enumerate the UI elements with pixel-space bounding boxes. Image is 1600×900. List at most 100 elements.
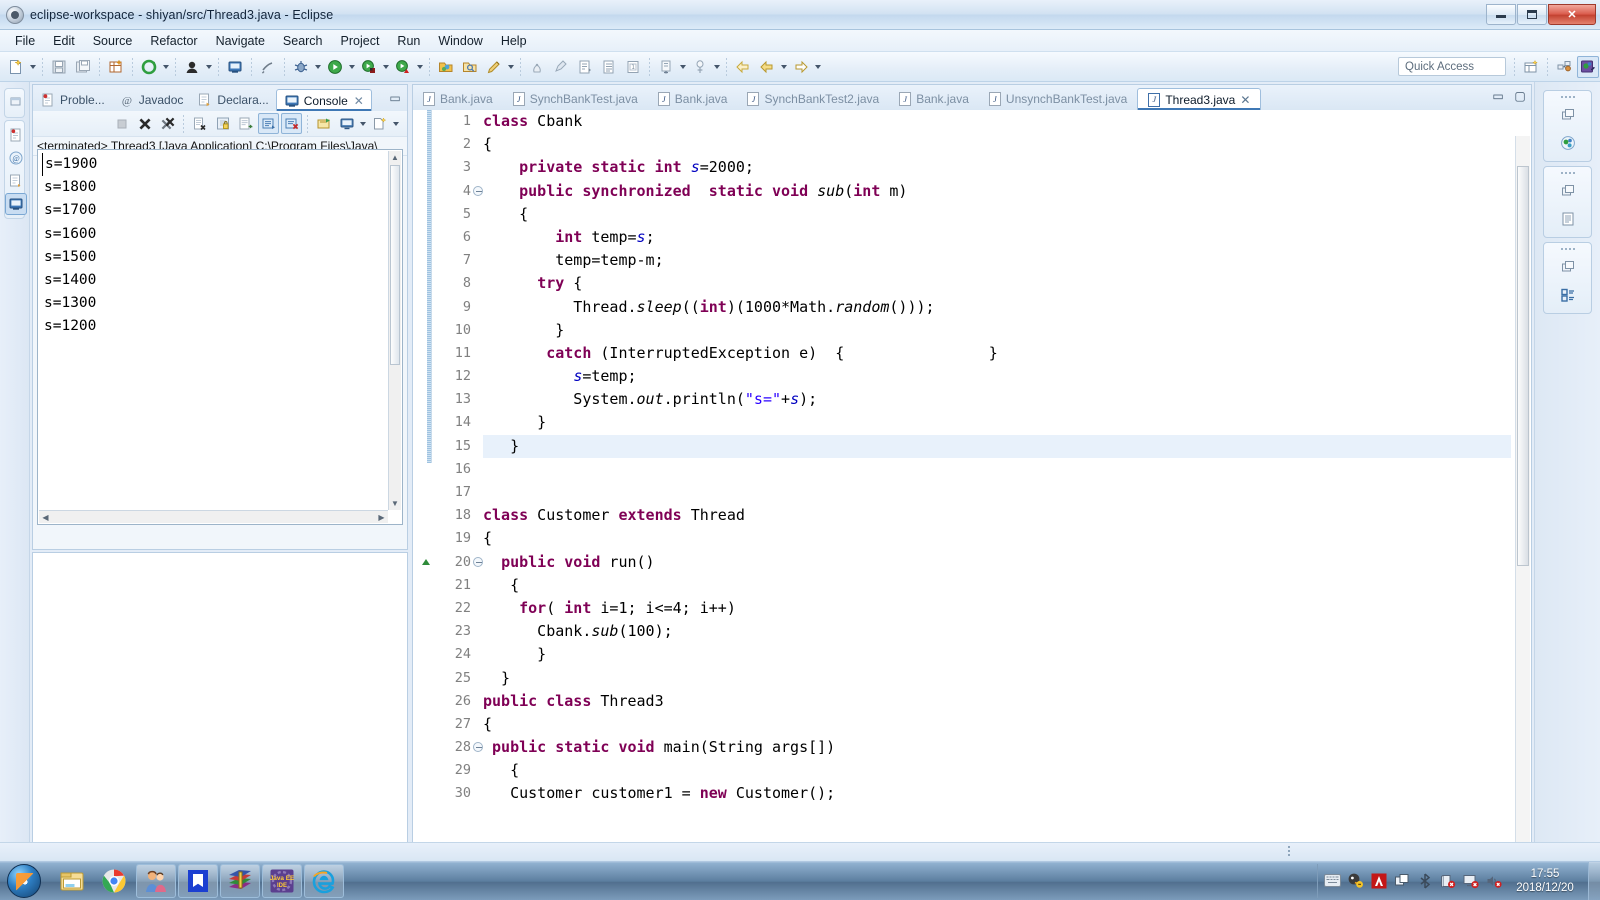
start-button[interactable]	[0, 862, 48, 900]
new-console-dropdown-icon[interactable]	[393, 121, 399, 126]
console-tab-declara[interactable]: Declara...	[190, 89, 275, 111]
toggle-mark-occurrences-icon[interactable]	[655, 56, 677, 78]
code-line[interactable]: }	[483, 667, 1511, 690]
new-java-class-dropdown-icon[interactable]	[206, 64, 212, 69]
scroll-up-icon[interactable]: ▲	[389, 151, 401, 164]
internet-explorer-icon[interactable]	[304, 863, 344, 898]
forward-dropdown-icon[interactable]	[781, 64, 787, 69]
fastview-declaration-icon[interactable]	[5, 170, 27, 192]
annotation-column[interactable]	[413, 110, 427, 881]
search-folder-icon[interactable]	[459, 56, 481, 78]
run-coverage-dropdown-icon[interactable]	[383, 64, 389, 69]
code-line[interactable]: public synchronized static void sub(int …	[483, 180, 1511, 203]
window-switcher-icon[interactable]	[1393, 872, 1410, 889]
open-console-dropdown-icon[interactable]	[360, 121, 366, 126]
code-text[interactable]: class Cbank{ private static int s=2000; …	[483, 110, 1511, 881]
menu-source[interactable]: Source	[84, 32, 142, 50]
lock-scroll-icon[interactable]	[212, 113, 233, 134]
keyboard-layout-icon[interactable]	[1324, 872, 1341, 889]
terminate-icon[interactable]	[134, 113, 155, 134]
console-vertical-scrollbar[interactable]: ▲ ▼	[388, 151, 401, 510]
fold-collapse-icon[interactable]	[473, 185, 483, 196]
debug-icon[interactable]	[290, 56, 312, 78]
resize-grip[interactable]	[1288, 846, 1290, 856]
console-tab-console[interactable]: Console ✕	[275, 89, 372, 111]
code-line[interactable]: }	[483, 434, 1511, 458]
next-annotation-icon[interactable]	[574, 56, 596, 78]
word-wrap-icon[interactable]	[235, 113, 256, 134]
editor-tab-unsynchbanktestjava[interactable]: J UnsynchBankTest.java	[979, 88, 1137, 110]
java-perspective-icon[interactable]	[1553, 56, 1575, 78]
console-minimize-button[interactable]: ▭	[387, 90, 403, 106]
console-tab-proble[interactable]: Proble...	[33, 89, 112, 111]
console-tab-javadoc[interactable]: @ Javadoc	[112, 89, 191, 111]
code-line[interactable]: {	[483, 527, 1511, 550]
last-edit-location-icon[interactable]: 1	[622, 56, 644, 78]
scrollbar-thumb[interactable]	[390, 165, 400, 365]
open-type-icon[interactable]	[224, 56, 246, 78]
code-line[interactable]: catch (InterruptedException e) { }	[483, 342, 1511, 365]
outline-view-icon[interactable]	[1555, 206, 1581, 232]
editor-tab-synchbanktestjava[interactable]: J SynchBankTest.java	[503, 88, 648, 110]
scroll-down-icon[interactable]: ▼	[389, 497, 401, 510]
menu-refactor[interactable]: Refactor	[141, 32, 206, 50]
save-icon[interactable]	[48, 56, 70, 78]
editor-vertical-scrollbar[interactable]	[1515, 136, 1530, 880]
menu-run[interactable]: Run	[388, 32, 429, 50]
bluetooth-icon[interactable]	[1416, 872, 1433, 889]
fold-collapse-icon[interactable]	[473, 556, 483, 567]
close-button[interactable]: ✕	[1548, 3, 1596, 25]
search-declaration-icon[interactable]	[689, 56, 711, 78]
code-line[interactable]: System.out.println("s="+s);	[483, 388, 1511, 411]
new-wizard-dropdown-icon[interactable]	[30, 64, 36, 69]
editor-tab-synchbanktest2java[interactable]: J SynchBankTest2.java	[737, 88, 889, 110]
skip-breakpoints-icon[interactable]	[257, 56, 279, 78]
scroll-right-icon[interactable]: ▶	[375, 511, 388, 523]
new-console-view-icon[interactable]	[369, 113, 390, 134]
code-line[interactable]: Customer customer1 = new Customer();	[483, 782, 1511, 805]
menu-navigate[interactable]: Navigate	[207, 32, 274, 50]
fastview-problems-icon[interactable]	[5, 124, 27, 146]
network-disconnected-icon[interactable]	[1439, 872, 1456, 889]
open-console-icon[interactable]	[336, 113, 357, 134]
qq-icon[interactable]	[136, 863, 176, 898]
windows-explorer-icon[interactable]	[52, 864, 92, 898]
debug-dropdown-icon[interactable]	[315, 64, 321, 69]
java-ee-perspective-icon[interactable]	[1577, 55, 1599, 78]
volume-muted-icon[interactable]	[1485, 872, 1502, 889]
menu-edit[interactable]: Edit	[44, 32, 84, 50]
code-line[interactable]: Thread.sleep((int)(1000*Math.random()));	[483, 296, 1511, 319]
new-java-package-icon[interactable]	[105, 56, 127, 78]
console-output[interactable]: s=1900 s=1800 s=1700 s=1600 s=1500 s=1400 s=13…	[37, 149, 403, 525]
open-perspective-icon[interactable]	[1520, 56, 1542, 78]
new-java-class-icon[interactable]	[181, 56, 203, 78]
refresh-dropdown-icon[interactable]	[163, 64, 169, 69]
fastview-console-icon[interactable]	[5, 193, 27, 215]
code-line[interactable]: public void run()	[483, 551, 1511, 574]
menu-search[interactable]: Search	[274, 32, 332, 50]
forward-icon[interactable]	[756, 56, 778, 78]
sogou-input-icon[interactable]	[1347, 872, 1364, 889]
close-icon[interactable]: ✕	[1240, 93, 1250, 107]
code-editor[interactable]: 1 2 3 4 5 6 7 8 9 10 11 12 13 14 15 16 17 18 19 20 21 22 23 24 2…	[413, 110, 1531, 899]
terminate-disabled-icon[interactable]	[111, 113, 132, 134]
code-line[interactable]: Cbank.sub(100);	[483, 620, 1511, 643]
code-line[interactable]: int temp=s;	[483, 226, 1511, 249]
winrar-icon[interactable]	[220, 863, 260, 898]
previous-edit-icon[interactable]	[598, 56, 620, 78]
fold-collapse-icon[interactable]	[473, 742, 483, 753]
profile-icon[interactable]	[526, 56, 548, 78]
drag-handle[interactable]	[1544, 94, 1591, 100]
adobe-icon[interactable]	[1370, 872, 1387, 889]
task-list-icon[interactable]	[1555, 282, 1581, 308]
display-icon[interactable]	[1462, 872, 1479, 889]
google-chrome-icon[interactable]	[94, 864, 134, 898]
restore-icon[interactable]	[1555, 102, 1581, 128]
close-icon[interactable]: ✕	[354, 94, 364, 108]
code-line[interactable]: class Cbank	[483, 110, 1511, 133]
drag-handle[interactable]	[1544, 246, 1591, 252]
code-line[interactable]	[483, 481, 1511, 504]
edit-pencil-icon[interactable]	[483, 56, 505, 78]
code-line[interactable]: {	[483, 574, 1511, 597]
restore-icon[interactable]	[1555, 178, 1581, 204]
